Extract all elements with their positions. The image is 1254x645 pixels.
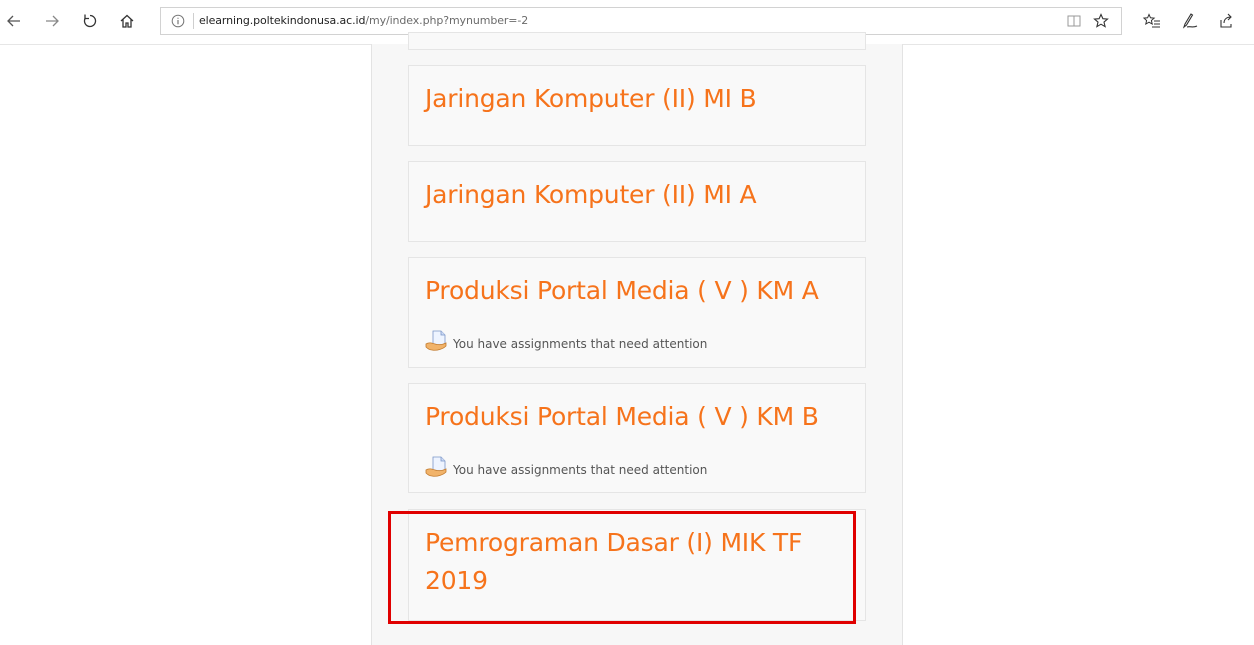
course-card: Pemrograman Dasar (I) MIK TF 2019 bbox=[408, 509, 866, 621]
course-card: Jaringan Komputer (II) MI B bbox=[408, 65, 866, 146]
url-host: elearning.poltekindonusa.ac.id bbox=[199, 14, 366, 27]
course-link[interactable]: Jaringan Komputer (II) MI A bbox=[425, 180, 757, 209]
course-link[interactable]: Produksi Portal Media ( V ) KM B bbox=[425, 402, 819, 431]
assignment-notice[interactable]: You have assignments that need attention bbox=[425, 456, 707, 483]
pen-icon[interactable] bbox=[1176, 7, 1204, 35]
favorites-list-icon[interactable] bbox=[1138, 7, 1166, 35]
assignment-icon bbox=[425, 330, 449, 357]
assignment-notice-text: You have assignments that need attention bbox=[453, 462, 708, 477]
home-icon[interactable] bbox=[113, 7, 141, 35]
address-bar[interactable]: elearning.poltekindonusa.ac.id/my/index.… bbox=[160, 7, 1122, 35]
favorite-star-icon[interactable] bbox=[1092, 12, 1110, 30]
refresh-icon[interactable] bbox=[76, 7, 104, 35]
url-text[interactable]: elearning.poltekindonusa.ac.id/my/index.… bbox=[199, 14, 528, 27]
assignment-notice-text: You have assignments that need attention bbox=[453, 336, 708, 351]
back-icon[interactable] bbox=[0, 7, 28, 35]
course-link[interactable]: Pemrograman Dasar (I) MIK TF 2019 bbox=[425, 524, 845, 600]
course-card: Produksi Portal Media ( V ) KM A You hav… bbox=[408, 257, 866, 368]
url-path: /my/index.php?mynumber=-2 bbox=[365, 14, 529, 27]
info-icon[interactable] bbox=[171, 14, 185, 28]
course-card-partial bbox=[408, 32, 866, 50]
course-link[interactable]: Produksi Portal Media ( V ) KM A bbox=[425, 276, 819, 305]
url-separator bbox=[193, 13, 194, 29]
course-card: Produksi Portal Media ( V ) KM B You hav… bbox=[408, 383, 866, 493]
course-card: Jaringan Komputer (II) MI A bbox=[408, 161, 866, 242]
course-link[interactable]: Jaringan Komputer (II) MI B bbox=[425, 84, 757, 113]
assignment-notice[interactable]: You have assignments that need attention bbox=[425, 330, 707, 357]
forward-icon[interactable] bbox=[38, 7, 66, 35]
share-icon[interactable] bbox=[1212, 7, 1240, 35]
assignment-icon bbox=[425, 456, 449, 483]
reading-view-icon[interactable] bbox=[1065, 12, 1083, 30]
